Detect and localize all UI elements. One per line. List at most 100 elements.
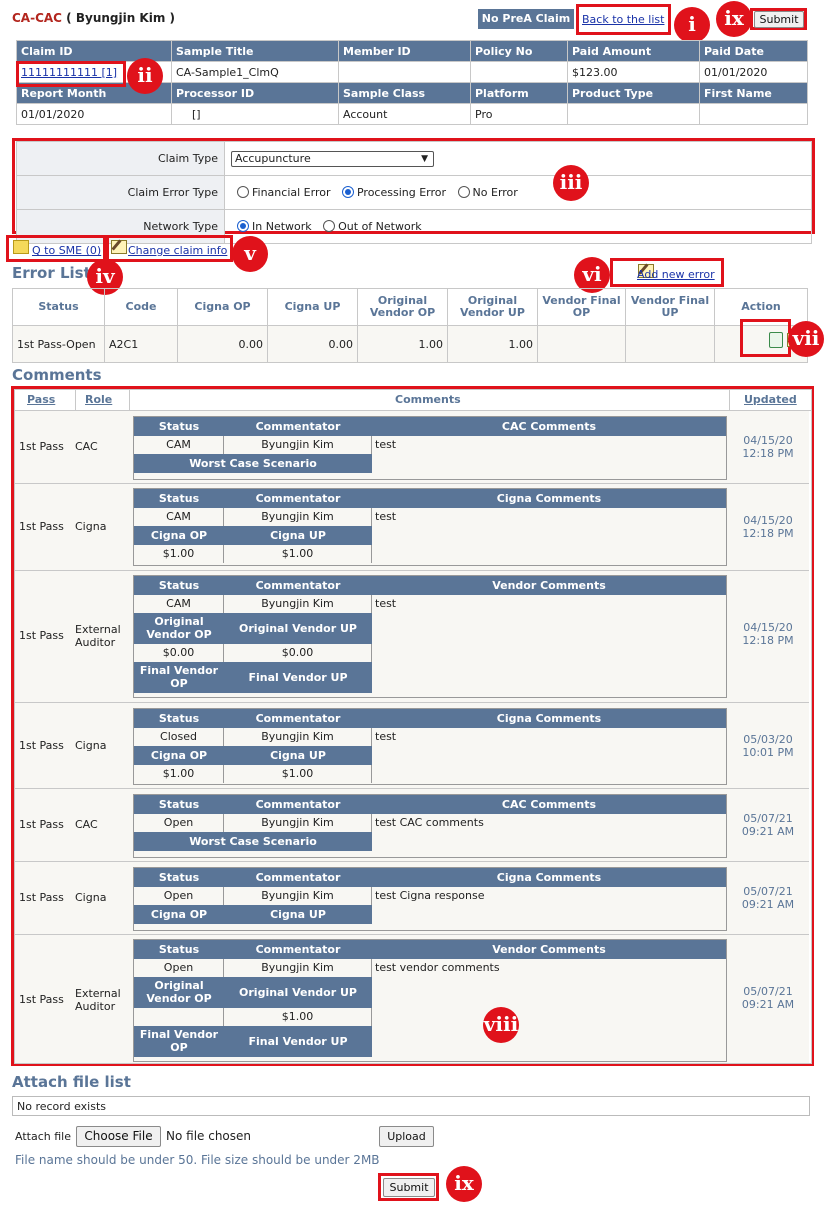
- comment-updated: 05/03/20 10:01 PM: [731, 733, 805, 759]
- comment-detail: Status Commentator Vendor Comments Open …: [133, 939, 727, 1062]
- updated-date: 04/15/20: [743, 514, 793, 527]
- updated-date: 05/03/20: [743, 733, 793, 746]
- user-name-open: (: [66, 11, 72, 25]
- out-of-network-label: Out of Network: [338, 220, 422, 233]
- member-id-value: [338, 61, 471, 83]
- orig-vendor-up-label: Original Vendor UP: [224, 613, 372, 644]
- marker-i: i: [674, 7, 710, 43]
- commentator-label: Commentator: [224, 489, 372, 508]
- upload-button[interactable]: Upload: [379, 1126, 434, 1147]
- cigna-up-value: $1.00: [224, 765, 372, 783]
- updated-date: 05/07/21: [743, 885, 793, 898]
- hdr-platform: Platform: [470, 82, 568, 104]
- claim-type-select[interactable]: Accupuncture ▼: [231, 150, 434, 167]
- in-network-radio[interactable]: [237, 220, 249, 232]
- marker-vii: vii: [788, 321, 824, 357]
- q-to-sme-link[interactable]: Q to SME (0): [32, 244, 101, 257]
- cigna-op-label: Cigna OP: [134, 746, 224, 765]
- paid-amount-value: $123.00: [567, 61, 700, 83]
- marker-ix-bottom: ix: [446, 1166, 482, 1202]
- comment-pass: 1st Pass: [19, 440, 64, 453]
- commentator-label: Commentator: [224, 868, 372, 887]
- comment-status: CAM: [134, 508, 224, 526]
- submit-top-button[interactable]: Submit: [754, 11, 804, 28]
- role-line2: Auditor: [75, 636, 116, 649]
- note-icon: [13, 240, 29, 254]
- commentator: Byungjin Kim: [224, 728, 372, 746]
- no-error-radio[interactable]: [457, 186, 470, 198]
- financial-error-radio[interactable]: [237, 186, 249, 198]
- comment-kind: CAC Comments: [372, 795, 726, 814]
- status-label: Status: [134, 417, 224, 436]
- platform-value: Pro: [470, 103, 568, 125]
- sort-updated-link[interactable]: Updated: [744, 390, 797, 410]
- orig-vendor-op-label: Original Vendor OP: [134, 613, 224, 644]
- role-line1: External: [75, 623, 121, 636]
- comment-status: Open: [134, 887, 224, 905]
- comment-updated: 05/07/21 09:21 AM: [731, 985, 805, 1011]
- final-vendor-op-label: Final Vendor OP: [134, 662, 224, 693]
- processing-error-radio[interactable]: [341, 186, 354, 198]
- error-orig-vendor-up: 1.00: [447, 325, 538, 363]
- network-type-cell: In Network Out of Network: [224, 209, 812, 244]
- cigna-up-label: Cigna UP: [224, 746, 372, 765]
- marker-ix-top: ix: [716, 1, 752, 37]
- user-name: Byungjin Kim: [75, 11, 166, 25]
- cigna-up-value: $1.00: [224, 545, 372, 563]
- col-orig-vendor-up: Original Vendor UP: [447, 288, 538, 326]
- comments-title: Comments: [12, 366, 102, 384]
- worst-case-label: Worst Case Scenario: [134, 454, 372, 473]
- hdr-paid-date: Paid Date: [699, 40, 808, 62]
- sample-class-value: Account: [338, 103, 471, 125]
- commentator-label: Commentator: [224, 709, 372, 728]
- col-cigna-op: Cigna OP: [177, 288, 268, 326]
- cigna-op-value: $1.00: [134, 765, 224, 783]
- out-of-network-radio[interactable]: [323, 220, 336, 232]
- attach-title: Attach file list: [12, 1073, 131, 1091]
- updated-date: 05/07/21: [743, 985, 793, 998]
- orig-vendor-op-value: $0.00: [134, 644, 224, 662]
- comment-kind: Cigna Comments: [372, 489, 726, 508]
- comments-table: Pass Role Comments Updated 1st Pass CAC …: [14, 389, 812, 1064]
- comment-pass: 1st Pass: [19, 993, 64, 1006]
- back-to-list-link[interactable]: Back to the list: [582, 13, 664, 26]
- delete-icon[interactable]: [769, 332, 783, 348]
- comment-text: test: [375, 730, 397, 743]
- final-vendor-up-label: Final Vendor UP: [224, 1026, 372, 1057]
- claim-type-value: Accupuncture: [235, 151, 311, 165]
- role-line1: External: [75, 987, 121, 1000]
- worst-case-label: Worst Case Scenario: [134, 832, 372, 851]
- choose-file-button[interactable]: Choose File: [76, 1126, 161, 1147]
- comment-detail: Status Commentator Cigna Comments CAM By…: [133, 488, 727, 566]
- submit-bottom-button[interactable]: Submit: [383, 1178, 435, 1197]
- updated-date: 04/15/20: [743, 434, 793, 447]
- table-row: 1st Pass-Open A2C1 0.00 0.00 1.00 1.00: [12, 325, 808, 363]
- orig-vendor-up-value: $0.00: [224, 644, 372, 662]
- comment-kind: CAC Comments: [372, 417, 726, 436]
- action-highlight: [740, 319, 791, 357]
- comment-kind: Vendor Comments: [372, 576, 726, 595]
- final-vendor-up-label: Final Vendor UP: [224, 662, 372, 693]
- comment-row: 1st Pass CAC Status Commentator CAC Comm…: [15, 411, 809, 484]
- comment-role: Cigna: [75, 520, 107, 533]
- comment-pass: 1st Pass: [19, 739, 64, 752]
- no-record-text: No record exists: [17, 1100, 107, 1113]
- comment-detail: Status Commentator Cigna Comments Closed…: [133, 708, 727, 785]
- processor-id-value: []: [171, 103, 339, 125]
- hdr-first-name: First Name: [699, 82, 808, 104]
- comment-detail: Status Commentator Vendor Comments CAM B…: [133, 575, 727, 698]
- sort-pass-link[interactable]: Pass: [27, 390, 55, 410]
- comment-status: Closed: [134, 728, 224, 746]
- comment-row: 1st Pass Cigna Status Commentator Cigna …: [15, 703, 809, 789]
- report-month-value: 01/01/2020: [16, 103, 172, 125]
- claim-type-cell: Accupuncture ▼: [224, 141, 812, 176]
- add-new-error-link[interactable]: Add new error: [637, 268, 715, 281]
- change-claim-info-link[interactable]: Change claim info: [128, 244, 227, 257]
- cigna-up-label: Cigna UP: [224, 905, 372, 924]
- status-label: Status: [134, 709, 224, 728]
- comment-updated: 04/15/20 12:18 PM: [731, 621, 805, 647]
- col-vendor-final-up: Vendor Final UP: [625, 288, 715, 326]
- marker-ii: ii: [127, 58, 163, 94]
- commentator: Byungjin Kim: [224, 887, 372, 905]
- sort-role-link[interactable]: Role: [85, 390, 112, 410]
